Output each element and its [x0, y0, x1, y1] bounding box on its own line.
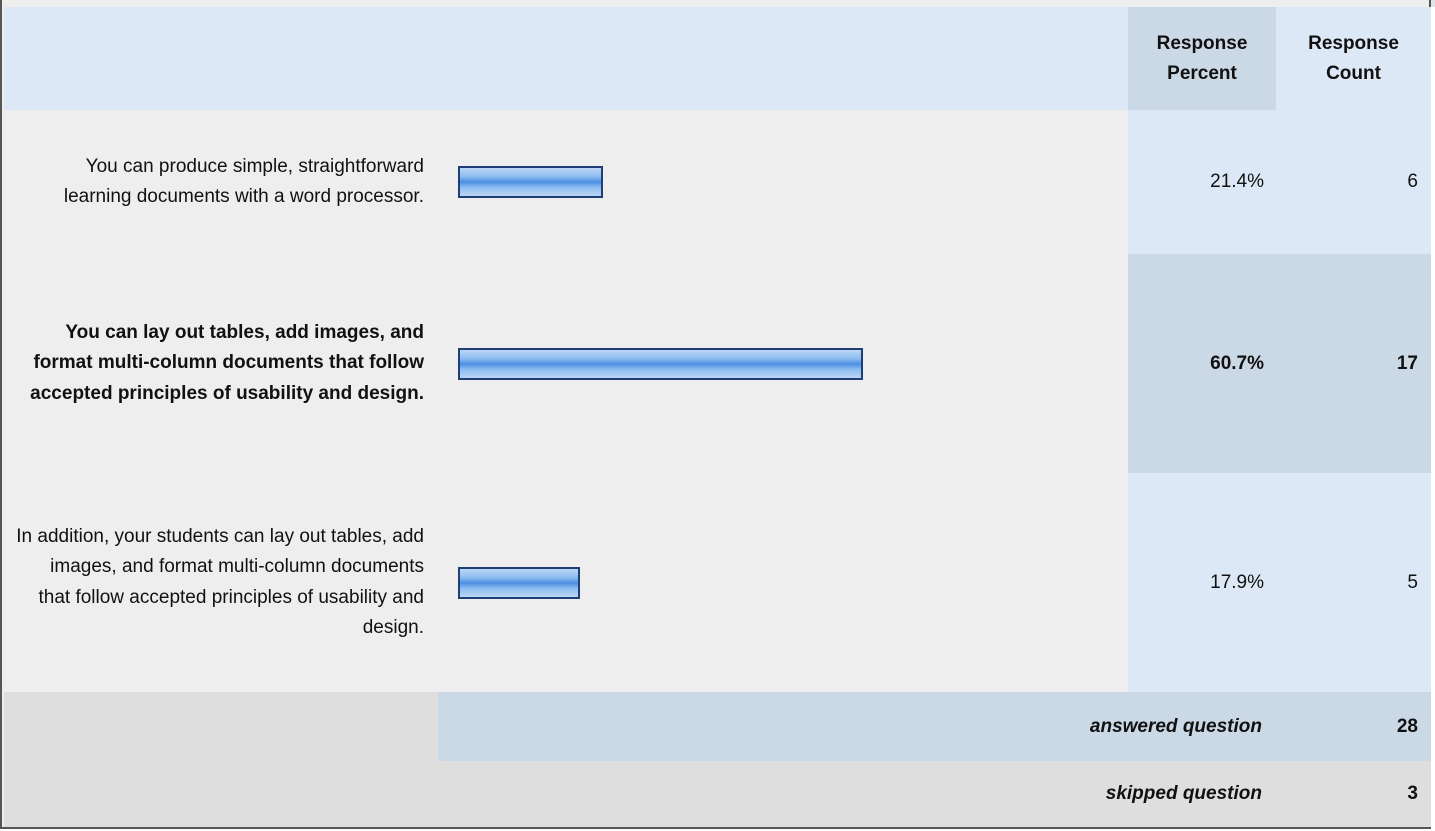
row-bar-cell: [438, 473, 1128, 692]
skipped-value-cell: 3: [1276, 761, 1431, 827]
row-bar-cell: [438, 110, 1128, 254]
row-label: You can produce simple, straightforward …: [63, 155, 424, 208]
header-response-percent: Response Percent: [1128, 7, 1276, 110]
row-label: In addition, your students can lay out t…: [16, 525, 424, 639]
header-count-text: Response Count: [1308, 32, 1399, 84]
table-row: You can lay out tables, add images, and …: [4, 254, 1431, 473]
row-percent: 17.9%: [1210, 571, 1264, 593]
row-percent-cell: 60.7%: [1128, 254, 1276, 473]
row-percent-cell: 17.9%: [1128, 473, 1276, 692]
row-count-cell: 17: [1276, 254, 1431, 473]
row-label-cell: You can lay out tables, add images, and …: [4, 254, 438, 473]
skipped-label: skipped question: [1105, 783, 1262, 804]
row-count: 17: [1396, 352, 1418, 374]
header-row: Response Percent Response Count: [4, 7, 1431, 110]
header-label-cell: [4, 7, 438, 110]
percent-bar: [458, 347, 863, 380]
header-response-count: Response Count: [1276, 7, 1431, 110]
row-count: 6: [1407, 171, 1418, 192]
header-bar-cell: [438, 7, 1128, 110]
skipped-value: 3: [1407, 783, 1418, 804]
row-label-cell: You can produce simple, straightforward …: [4, 110, 438, 254]
skipped-label-cell: skipped question: [438, 761, 1276, 827]
skipped-row: skipped question 3: [4, 761, 1431, 827]
answered-row: answered question 28: [4, 692, 1431, 761]
answered-label-cell: answered question: [438, 692, 1276, 761]
percent-bar: [458, 566, 580, 599]
row-count-cell: 5: [1276, 473, 1431, 692]
row-percent-cell: 21.4%: [1128, 110, 1276, 254]
row-label: You can lay out tables, add images, and …: [30, 321, 424, 404]
percent-bar: [458, 166, 603, 198]
row-percent: 21.4%: [1210, 171, 1264, 192]
answered-label: answered question: [1089, 715, 1262, 737]
table-row: You can produce simple, straightforward …: [4, 110, 1431, 254]
header-percent-text: Response Percent: [1156, 32, 1248, 84]
row-count: 5: [1407, 571, 1418, 593]
answered-value-cell: 28: [1276, 692, 1431, 761]
table-row: In addition, your students can lay out t…: [4, 473, 1431, 692]
survey-results-table: Response Percent Response Count You can …: [0, 0, 1431, 829]
row-bar-cell: [438, 254, 1128, 473]
row-label-cell: In addition, your students can lay out t…: [4, 473, 438, 692]
row-count-cell: 6: [1276, 110, 1431, 254]
answered-value: 28: [1396, 715, 1418, 737]
row-percent: 60.7%: [1210, 352, 1264, 374]
